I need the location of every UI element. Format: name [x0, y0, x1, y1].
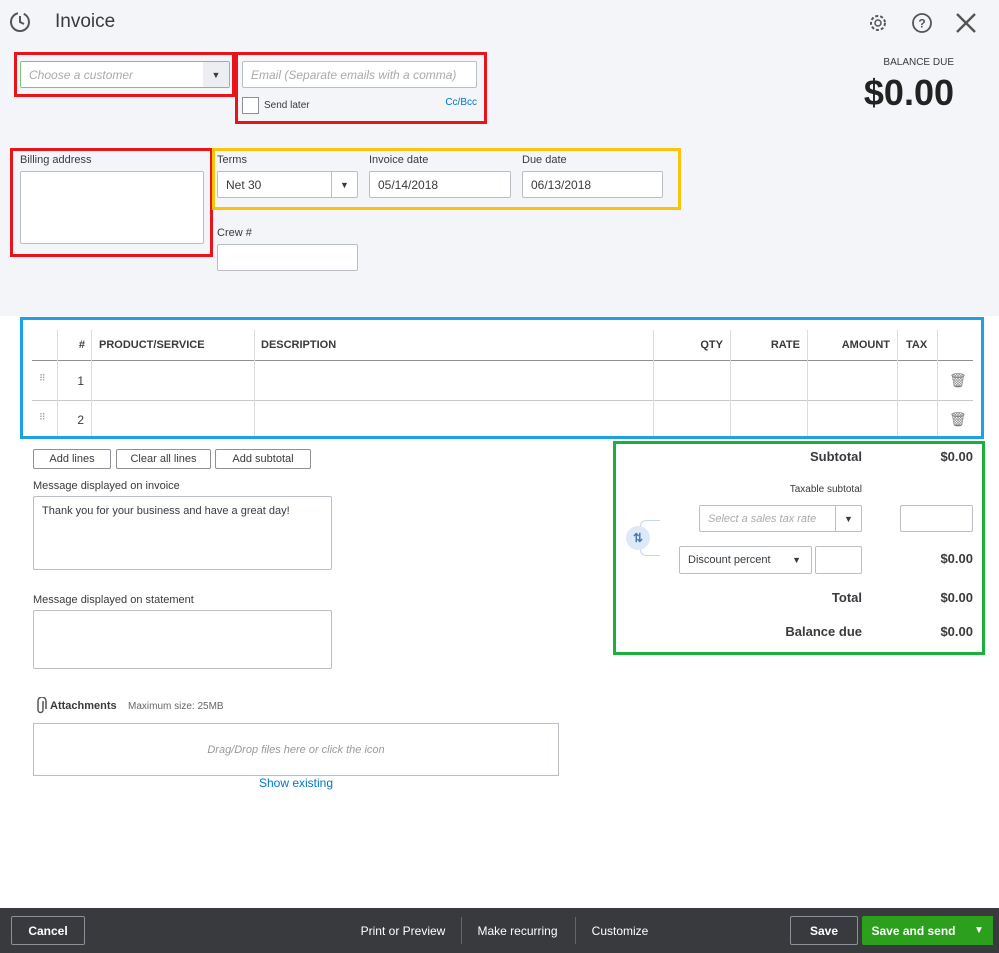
recent-transactions-icon[interactable] — [8, 10, 32, 34]
show-existing-link[interactable]: Show existing — [33, 776, 559, 790]
crew-input[interactable] — [217, 244, 358, 271]
save-button[interactable]: Save — [790, 916, 858, 945]
highlight-totals — [613, 441, 985, 655]
crew-label: Crew # — [217, 227, 252, 239]
attachment-dropzone[interactable]: Drag/Drop files here or click the icon — [33, 723, 559, 776]
close-icon[interactable] — [955, 12, 977, 34]
cancel-button[interactable]: Cancel — [11, 916, 85, 945]
clear-all-lines-button[interactable]: Clear all lines — [116, 449, 211, 469]
save-and-send-button[interactable]: Save and send — [862, 916, 965, 945]
highlight-table — [20, 317, 984, 439]
print-preview-button[interactable]: Print or Preview — [350, 916, 456, 945]
balance-due-label: BALANCE DUE — [883, 57, 954, 68]
svg-text:?: ? — [918, 17, 925, 31]
page-title: Invoice — [55, 11, 116, 32]
message-statement-label: Message displayed on statement — [33, 594, 194, 606]
attachments-label: Attachments — [50, 700, 117, 712]
gear-icon[interactable] — [867, 12, 889, 34]
message-statement-input[interactable] — [33, 610, 332, 669]
highlight-dates — [212, 148, 681, 210]
customize-button[interactable]: Customize — [580, 916, 660, 945]
highlight-billing — [10, 148, 213, 257]
paperclip-icon[interactable] — [35, 697, 47, 715]
balance-due-amount: $0.00 — [863, 72, 954, 113]
highlight-customer — [14, 52, 235, 97]
add-lines-button[interactable]: Add lines — [33, 449, 111, 469]
message-invoice-label: Message displayed on invoice — [33, 480, 180, 492]
make-recurring-button[interactable]: Make recurring — [466, 916, 569, 945]
add-subtotal-button[interactable]: Add subtotal — [215, 449, 311, 469]
highlight-email — [235, 52, 487, 124]
attachments-max-size: Maximum size: 25MB — [128, 701, 224, 712]
save-options-chevron-icon[interactable]: ▼ — [965, 916, 993, 945]
message-invoice-input[interactable]: Thank you for your business and have a g… — [33, 496, 332, 570]
help-icon[interactable]: ? — [911, 12, 933, 34]
